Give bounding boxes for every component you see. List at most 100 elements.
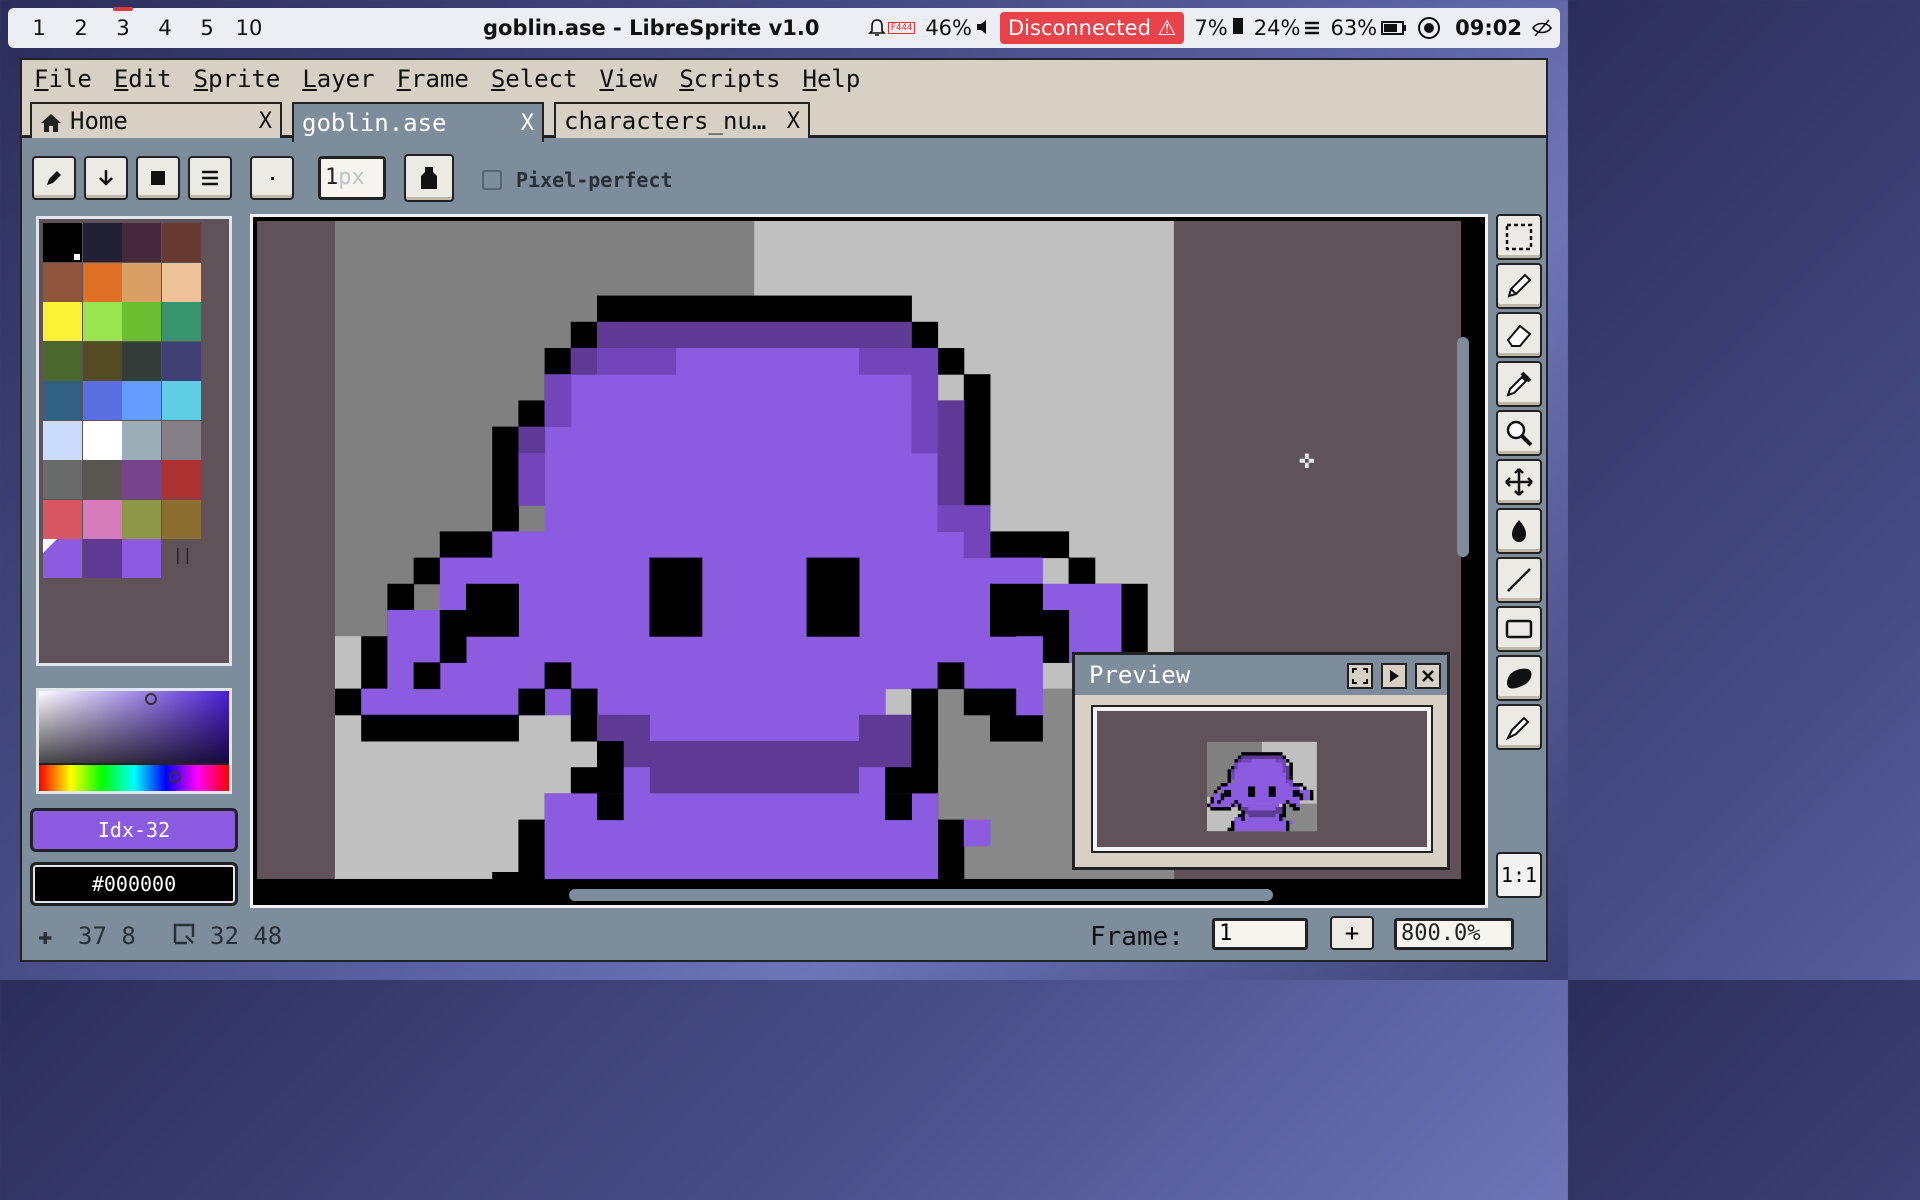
sprite-canvas[interactable]: [335, 221, 1175, 879]
workspace-5[interactable]: 5: [186, 16, 228, 40]
menu-sprite[interactable]: Sprite: [194, 65, 281, 93]
palette-swatch[interactable]: [82, 539, 122, 578]
fill-tool-button[interactable]: [1496, 508, 1542, 554]
foreground-color-button[interactable]: Idx-32: [30, 808, 238, 852]
add-frame-button[interactable]: +: [1330, 916, 1374, 950]
brush-preview-button[interactable]: [250, 156, 294, 200]
brush-type-button[interactable]: [32, 156, 76, 200]
brush-angle-button[interactable]: [84, 156, 128, 200]
move-tool-button[interactable]: [1496, 459, 1542, 505]
palette-swatch[interactable]: [43, 381, 82, 420]
palette-swatch[interactable]: [82, 262, 122, 302]
marquee-tool-button[interactable]: [1496, 214, 1542, 260]
sv-picker-handle[interactable]: [145, 693, 157, 705]
workspace-4[interactable]: 4: [144, 16, 186, 40]
palette-swatch[interactable]: [82, 302, 122, 341]
palette-swatch[interactable]: [122, 223, 161, 262]
palette-swatch[interactable]: [122, 302, 161, 341]
palette-swatch[interactable]: [161, 262, 201, 302]
pencil-tool-button[interactable]: [1496, 263, 1542, 309]
user-icon[interactable]: [1417, 16, 1441, 40]
preview-close-button[interactable]: [1415, 663, 1441, 689]
blur-tool-button[interactable]: [1496, 704, 1542, 750]
menu-layer[interactable]: Layer: [302, 65, 374, 93]
menu-frame[interactable]: Frame: [397, 65, 469, 93]
palette-swatch[interactable]: [122, 460, 161, 499]
zoom-reset-button[interactable]: 1:1: [1496, 852, 1542, 898]
brush-shape-button[interactable]: [136, 156, 180, 200]
palette-swatch[interactable]: [43, 499, 82, 539]
tab-goblin-close-icon[interactable]: X: [521, 111, 534, 136]
workspace-10[interactable]: 10: [228, 16, 270, 40]
menu-select[interactable]: Select: [491, 65, 578, 93]
tab-home-close-icon[interactable]: X: [259, 109, 272, 134]
palette-swatch[interactable]: [82, 499, 122, 539]
eraser-tool-button[interactable]: [1496, 312, 1542, 358]
brush-size-input[interactable]: 1px: [318, 156, 386, 200]
palette-swatch[interactable]: [43, 460, 82, 499]
rectangle-tool-button[interactable]: [1496, 606, 1542, 652]
frame-input[interactable]: 1: [1212, 918, 1308, 950]
palette-swatch[interactable]: [161, 499, 201, 539]
workspace-3[interactable]: 3: [102, 7, 144, 40]
palette-swatch[interactable]: [122, 341, 161, 381]
volume-indicator[interactable]: 46%: [925, 16, 990, 40]
palette-swatch[interactable]: [161, 302, 201, 341]
palette-resize-grip-icon[interactable]: ||: [173, 545, 192, 564]
preview-viewport[interactable]: [1091, 705, 1433, 853]
palette-swatch[interactable]: [82, 460, 122, 499]
vertical-scrollbar[interactable]: [1457, 337, 1469, 557]
palette-swatch[interactable]: [161, 341, 201, 381]
preview-play-button[interactable]: [1381, 663, 1407, 689]
palette-swatch[interactable]: [122, 539, 161, 578]
goblin-sprite[interactable]: [335, 221, 1175, 879]
palette-swatch[interactable]: [43, 223, 82, 262]
hue-slider[interactable]: [39, 763, 229, 791]
palette-swatch[interactable]: [82, 341, 122, 381]
eyedropper-tool-button[interactable]: [1496, 361, 1542, 407]
palette-swatch[interactable]: [82, 381, 122, 420]
tab-characters[interactable]: characters_nu… X: [554, 102, 810, 138]
palette-swatch[interactable]: [122, 420, 161, 460]
workspace-1[interactable]: 1: [18, 16, 60, 40]
menu-edit[interactable]: Edit: [114, 65, 172, 93]
menu-view[interactable]: View: [600, 65, 658, 93]
palette-swatch[interactable]: [43, 539, 82, 578]
palette-swatch[interactable]: [43, 302, 82, 341]
menu-scripts[interactable]: Scripts: [679, 65, 780, 93]
background-color-button[interactable]: #000000: [30, 862, 238, 906]
notification-bell-icon[interactable]: F444: [867, 18, 916, 38]
palette-swatch[interactable]: [122, 499, 161, 539]
menu-file[interactable]: File: [34, 65, 92, 93]
palette-swatch[interactable]: [43, 341, 82, 381]
brush-options-button[interactable]: [188, 156, 232, 200]
pixel-perfect-checkbox[interactable]: [482, 170, 502, 190]
palette-swatch[interactable]: [82, 420, 122, 460]
workspace-2[interactable]: 2: [60, 16, 102, 40]
tab-home[interactable]: Home X: [30, 102, 282, 138]
square-icon: [151, 171, 165, 185]
palette-swatch[interactable]: [161, 381, 201, 420]
palette-swatch[interactable]: [43, 262, 82, 302]
horizontal-scrollbar[interactable]: [569, 889, 1273, 901]
zoom-input[interactable]: 800.0%: [1394, 918, 1514, 950]
eye-slash-icon[interactable]: [1532, 19, 1552, 37]
palette-swatch[interactable]: [122, 381, 161, 420]
preview-fullscreen-button[interactable]: [1347, 663, 1373, 689]
palette-swatch[interactable]: [82, 223, 122, 262]
line-tool-button[interactable]: [1496, 557, 1542, 603]
palette-swatch[interactable]: [122, 262, 161, 302]
saturation-value-picker[interactable]: [36, 688, 232, 794]
palette-swatch[interactable]: [43, 420, 82, 460]
palette-swatch[interactable]: [161, 460, 201, 499]
palette-swatch[interactable]: [161, 223, 201, 262]
curve-tool-button[interactable]: [1496, 655, 1542, 701]
tab-goblin[interactable]: goblin.ase X: [292, 102, 544, 142]
tab-characters-close-icon[interactable]: X: [787, 109, 800, 134]
zoom-tool-button[interactable]: [1496, 410, 1542, 456]
menu-help[interactable]: Help: [803, 65, 861, 93]
ink-type-button[interactable]: [404, 154, 454, 202]
network-status-badge[interactable]: Disconnected ⚠: [1000, 12, 1185, 44]
hue-slider-handle[interactable]: [169, 771, 181, 783]
palette-swatch[interactable]: [161, 420, 201, 460]
